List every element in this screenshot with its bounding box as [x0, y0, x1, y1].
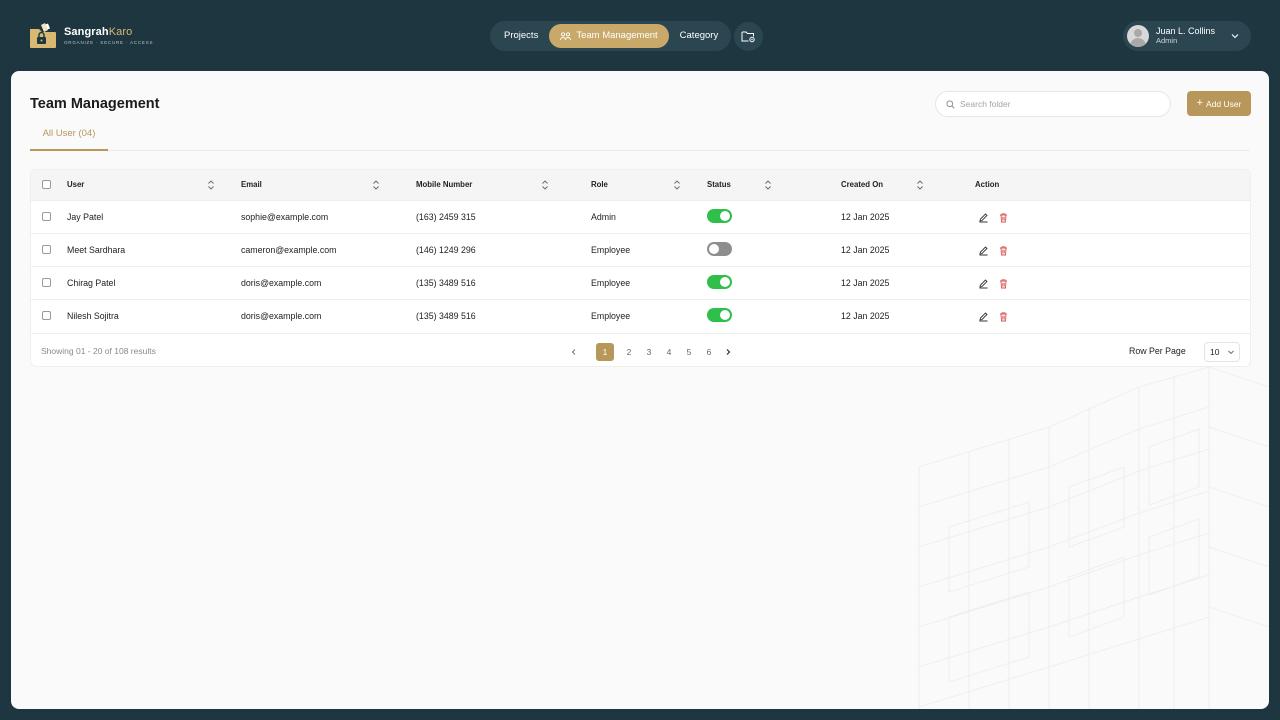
status-toggle[interactable]	[707, 308, 732, 322]
sort-icon[interactable]	[372, 179, 380, 191]
brand-name: SangrahKaro	[64, 25, 133, 38]
table-row: Meet Sardhara cameron@example.com (146) …	[31, 233, 1250, 266]
created-on-cell: 12 Jan 2025	[841, 212, 890, 222]
table-row: Chirag Patel doris@example.com (135) 348…	[31, 266, 1250, 299]
select-all-checkbox[interactable]	[42, 180, 51, 189]
edit-icon[interactable]	[978, 278, 989, 289]
status-toggle[interactable]	[707, 242, 732, 256]
delete-icon[interactable]	[998, 278, 1009, 289]
row-checkbox[interactable]	[42, 212, 51, 221]
plus-icon: +	[1196, 97, 1203, 109]
role-cell: Employee	[591, 278, 631, 288]
page-button-4[interactable]: 4	[660, 343, 678, 361]
add-user-button[interactable]: + Add User	[1187, 91, 1251, 116]
avatar	[1127, 25, 1149, 47]
chevron-down-icon	[1228, 350, 1234, 355]
column-header-user: User	[67, 180, 85, 189]
brand-logo[interactable]: SangrahKaro ORGANIZE · SECURE · ACCESS	[28, 22, 153, 50]
mobile-cell: (163) 2459 315	[416, 212, 476, 222]
chevron-left-icon	[571, 349, 576, 355]
tab-all-users[interactable]: All User (04)	[30, 128, 108, 151]
table-row: Jay Patel sophie@example.com (163) 2459 …	[31, 200, 1250, 233]
page-button-3[interactable]: 3	[640, 343, 658, 361]
building-wireframe-decoration	[918, 367, 1269, 709]
table-footer: Showing 01 - 20 of 108 results 1 2 3 4 5…	[31, 333, 1250, 366]
search-input[interactable]	[960, 99, 1150, 109]
sort-icon[interactable]	[541, 179, 549, 191]
email-cell: sophie@example.com	[241, 212, 329, 222]
delete-icon[interactable]	[998, 311, 1009, 322]
page-title: Team Management	[30, 96, 160, 112]
sort-icon[interactable]	[207, 179, 215, 191]
sort-icon[interactable]	[764, 179, 772, 191]
edit-icon[interactable]	[978, 245, 989, 256]
created-on-cell: 12 Jan 2025	[841, 278, 890, 288]
table-header: User Email Mobile Number Role Status Cre…	[31, 170, 1250, 200]
column-header-mobile: Mobile Number	[416, 180, 473, 189]
edit-icon[interactable]	[978, 212, 989, 223]
column-header-created-on: Created On	[841, 180, 884, 189]
nav-projects[interactable]: Projects	[493, 24, 549, 48]
mobile-cell: (146) 1249 296	[416, 245, 476, 255]
role-cell: Employee	[591, 311, 631, 321]
delete-icon[interactable]	[998, 245, 1009, 256]
pagination: 1 2 3 4 5 6	[565, 343, 737, 361]
user-cell: Jay Patel	[67, 212, 104, 222]
column-header-email: Email	[241, 180, 262, 189]
column-header-role: Role	[591, 180, 608, 189]
user-role: Admin	[1156, 35, 1178, 45]
users-table: User Email Mobile Number Role Status Cre…	[30, 169, 1251, 367]
mobile-cell: (135) 3489 516	[416, 311, 476, 321]
chevron-right-icon	[726, 349, 731, 355]
user-cell: Meet Sardhara	[67, 245, 126, 255]
created-on-cell: 12 Jan 2025	[841, 245, 890, 255]
rows-per-page-select[interactable]: 10	[1204, 342, 1240, 362]
page-button-1[interactable]: 1	[596, 343, 614, 361]
mobile-cell: (135) 3489 516	[416, 278, 476, 288]
row-checkbox[interactable]	[42, 245, 51, 254]
role-cell: Employee	[591, 245, 631, 255]
email-cell: doris@example.com	[241, 311, 322, 321]
email-cell: cameron@example.com	[241, 245, 337, 255]
folder-settings-button[interactable]	[734, 22, 763, 51]
next-page-button[interactable]	[719, 343, 737, 361]
chevron-down-icon	[1231, 34, 1239, 39]
search-box[interactable]	[935, 91, 1171, 117]
page-button-2[interactable]: 2	[620, 343, 638, 361]
folder-settings-icon	[741, 31, 755, 43]
tab-bar: All User (04)	[30, 123, 1250, 151]
role-cell: Admin	[591, 212, 616, 222]
column-header-status: Status	[707, 180, 731, 189]
nav-team-management[interactable]: Team Management	[549, 24, 669, 48]
nav-category[interactable]: Category	[669, 24, 730, 48]
table-row: Nilesh Sojitra doris@example.com (135) 3…	[31, 299, 1250, 332]
sort-icon[interactable]	[673, 179, 681, 191]
column-header-action: Action	[975, 180, 1000, 189]
main-nav: Projects Team Management Category	[490, 21, 731, 51]
search-icon	[946, 99, 955, 109]
edit-icon[interactable]	[978, 311, 989, 322]
delete-icon[interactable]	[998, 212, 1009, 223]
rows-per-page-label: Row Per Page	[1129, 346, 1186, 356]
results-count: Showing 01 - 20 of 108 results	[41, 346, 156, 356]
user-cell: Nilesh Sojitra	[67, 311, 119, 321]
row-checkbox[interactable]	[42, 311, 51, 320]
folder-lock-logo-icon	[30, 23, 56, 48]
main-content: Team Management + Add User All User (04)…	[11, 71, 1269, 709]
prev-page-button[interactable]	[565, 343, 583, 361]
page-button-6[interactable]: 6	[700, 343, 718, 361]
page-button-5[interactable]: 5	[680, 343, 698, 361]
sort-icon[interactable]	[916, 179, 924, 191]
email-cell: doris@example.com	[241, 278, 322, 288]
team-icon	[560, 31, 572, 40]
top-bar: SangrahKaro ORGANIZE · SECURE · ACCESS P…	[0, 0, 1280, 72]
status-toggle[interactable]	[707, 275, 732, 289]
user-cell: Chirag Patel	[67, 278, 116, 288]
created-on-cell: 12 Jan 2025	[841, 311, 890, 321]
status-toggle[interactable]	[707, 209, 732, 223]
row-checkbox[interactable]	[42, 278, 51, 287]
brand-tagline: ORGANIZE · SECURE · ACCESS	[64, 39, 154, 45]
user-menu[interactable]: Juan L. Collins Admin	[1123, 21, 1251, 51]
